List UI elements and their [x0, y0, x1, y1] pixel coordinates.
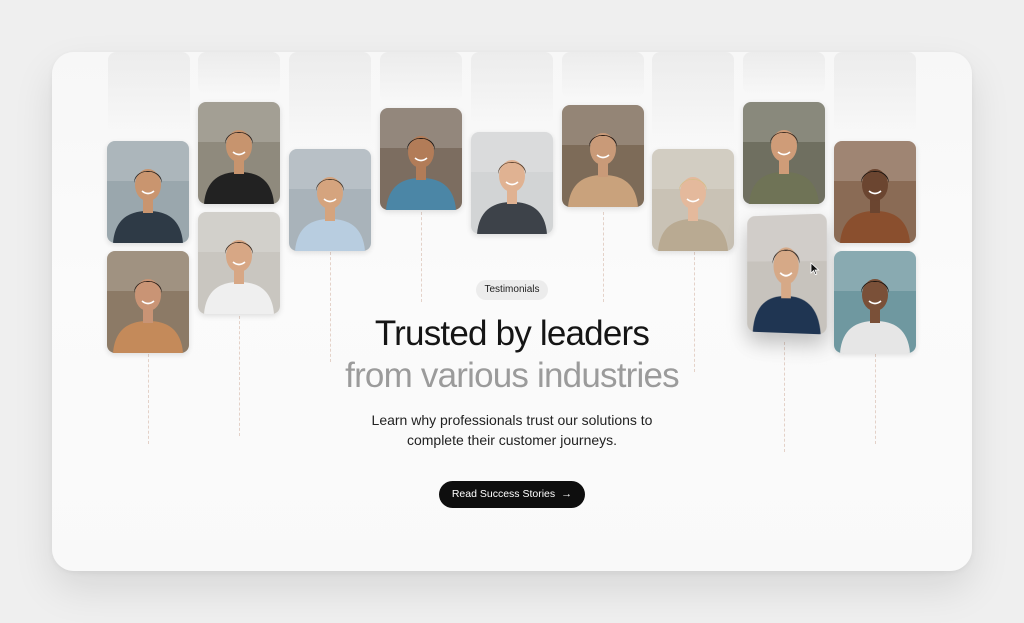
portrait-photo[interactable]	[107, 141, 189, 243]
mouse-cursor-icon	[810, 262, 820, 276]
heading-line-1: Trusted by leaders	[374, 314, 650, 353]
portrait-photo[interactable]	[652, 149, 734, 251]
arrow-right-icon: →	[561, 488, 573, 500]
ghost-tile	[652, 52, 734, 142]
portrait-photo[interactable]	[562, 105, 644, 207]
section-description: Learn why professionals trust our soluti…	[312, 410, 712, 450]
portrait-photo[interactable]	[380, 108, 462, 210]
man-white-tshirt-image	[198, 212, 280, 314]
connector-line	[603, 212, 604, 302]
section-badge: Testimonials	[476, 280, 548, 300]
heading-line-2: from various industries	[345, 356, 679, 395]
portrait-photo[interactable]	[743, 102, 825, 204]
man-suit-tie-image	[471, 132, 553, 234]
connector-line	[421, 212, 422, 302]
ghost-tile	[834, 52, 916, 134]
portrait-photo[interactable]	[471, 132, 553, 234]
cta-label: Read Success Stories	[451, 488, 556, 500]
ghost-tile	[471, 52, 553, 126]
description-line-1: Learn why professionals trust our soluti…	[371, 412, 653, 428]
ghost-tile	[198, 52, 280, 94]
ghost-tile	[108, 52, 190, 134]
ghost-tile	[380, 52, 462, 102]
man-black-tshirt-image	[198, 102, 280, 204]
woman-blonde-laptop-image	[652, 149, 734, 251]
ghost-tile	[743, 52, 825, 94]
woman-curly-hair-image	[834, 141, 916, 243]
man-arms-crossed-image	[380, 108, 462, 210]
man-olive-shirt-image	[743, 102, 825, 204]
woman-beige-jacket-image	[562, 105, 644, 207]
ghost-tile	[289, 52, 371, 142]
portrait-photo[interactable]	[289, 149, 371, 251]
portrait-photo[interactable]	[834, 141, 916, 243]
man-glasses-city-image	[289, 149, 371, 251]
ghost-tile	[562, 52, 644, 98]
read-success-stories-button[interactable]: Read Success Stories →	[439, 481, 585, 508]
portrait-photo[interactable]	[198, 102, 280, 204]
testimonials-card: Testimonials Trusted by leaders from var…	[52, 52, 972, 571]
portrait-photo[interactable]	[198, 212, 280, 314]
description-line-2: complete their customer journeys.	[406, 432, 618, 448]
man-glasses-blazer-image	[107, 141, 189, 243]
